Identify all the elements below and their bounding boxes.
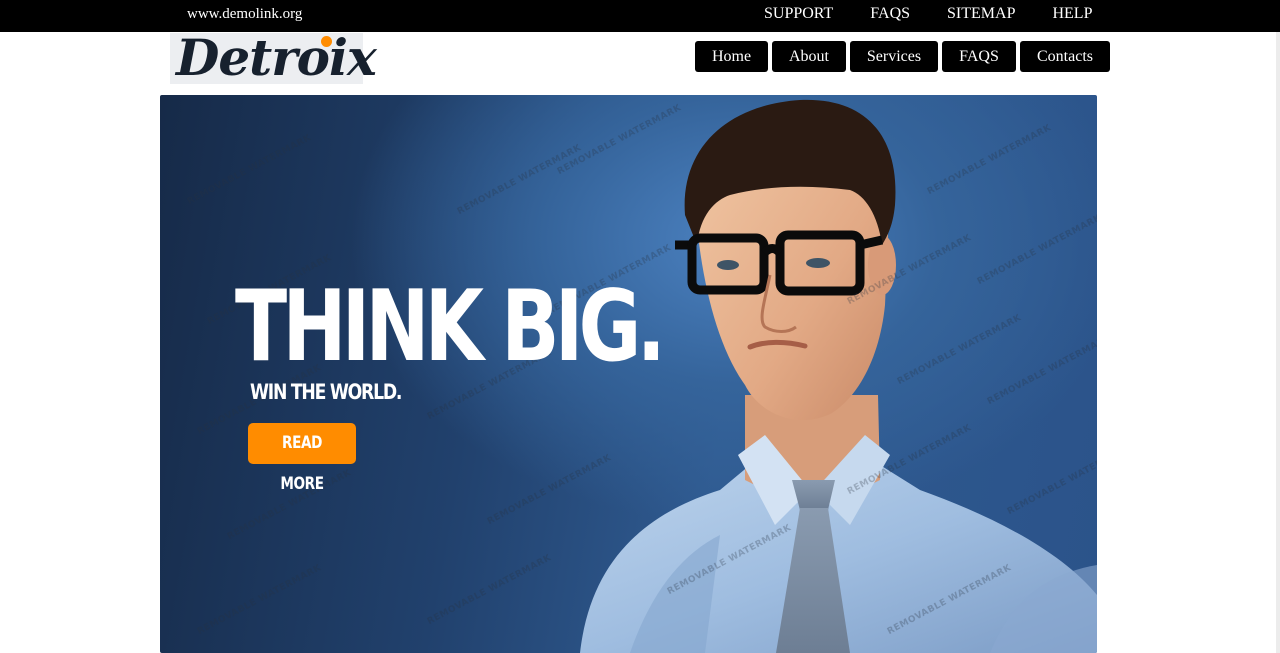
support-link[interactable]: SUPPORT xyxy=(764,5,833,23)
nav-item-services[interactable]: Services xyxy=(850,41,938,72)
nav-item-about[interactable]: About xyxy=(772,41,846,72)
nav-item-home[interactable]: Home xyxy=(695,41,768,72)
main-nav: Home About Services FAQS Contacts xyxy=(695,41,1110,72)
faqs-top-link[interactable]: FAQS xyxy=(870,5,910,23)
read-more-button[interactable]: READ MORE xyxy=(248,423,356,494)
hero-headline: THINK BIG. xyxy=(235,270,666,384)
hero-tagline: WIN THE WORLD. xyxy=(250,380,402,404)
logo-text: Detroix xyxy=(176,28,377,87)
sitemap-link[interactable]: SITEMAP xyxy=(947,5,1015,23)
help-link[interactable]: HELP xyxy=(1052,5,1092,23)
site-url[interactable]: www.demolink.org xyxy=(187,6,302,23)
read-more-label: READ MORE xyxy=(280,433,324,494)
hero-banner: REMOVABLE WATERMARK REMOVABLE WATERMARK … xyxy=(160,95,1097,653)
logo-dot-icon xyxy=(321,36,332,47)
page-edge-divider xyxy=(1276,32,1280,653)
nav-item-faqs[interactable]: FAQS xyxy=(942,41,1016,72)
utility-nav: SUPPORT FAQS SITEMAP HELP xyxy=(764,5,1092,23)
nav-item-contacts[interactable]: Contacts xyxy=(1020,41,1110,72)
logo[interactable]: Detroix xyxy=(170,29,377,87)
